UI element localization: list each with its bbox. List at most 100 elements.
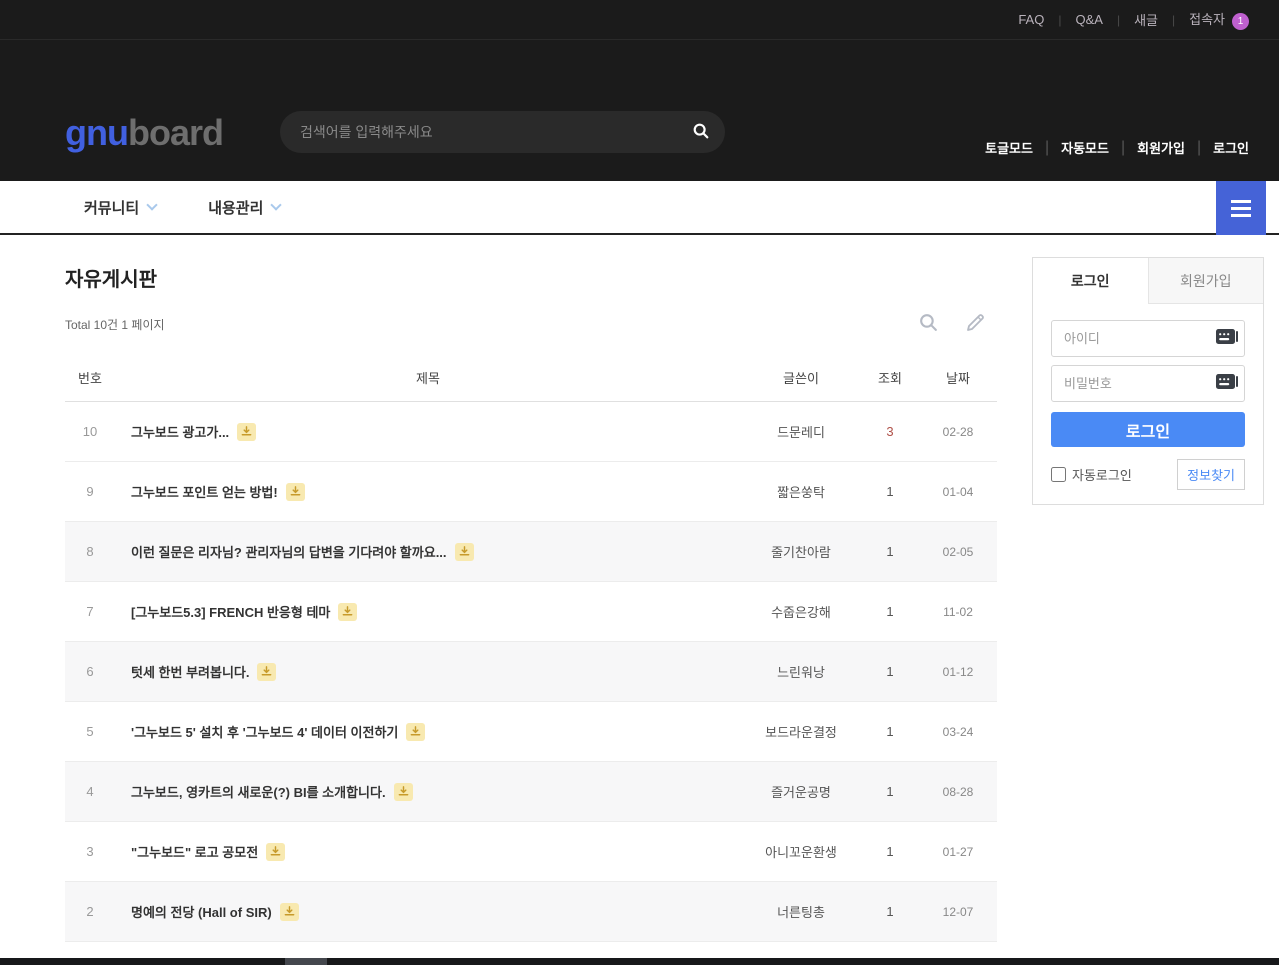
header-main: gnuboard 토글모드 | 자동모드 | 회원가입 | 로그인 bbox=[0, 40, 1279, 181]
post-number: 10 bbox=[65, 424, 115, 439]
toggle-mode-link[interactable]: 토글모드 bbox=[985, 138, 1033, 157]
search-button[interactable] bbox=[677, 111, 725, 153]
post-title[interactable]: 그누보드 포인트 얻는 방법! bbox=[115, 482, 741, 501]
chevron-down-icon bbox=[147, 199, 158, 210]
visitors-link[interactable]: 접속자1 bbox=[1189, 9, 1249, 29]
table-row[interactable]: 8 이런 질문은 리자님? 관리자님의 답변을 기다려야 할까요... 줄기찬아… bbox=[65, 522, 997, 582]
auto-login-label: 자동로그인 bbox=[1072, 465, 1132, 484]
auto-login-option[interactable]: 자동로그인 bbox=[1051, 465, 1132, 484]
find-info-button[interactable]: 정보찾기 bbox=[1177, 459, 1245, 490]
attachment-download-icon[interactable] bbox=[280, 903, 299, 921]
auto-mode-link[interactable]: 자동모드 bbox=[1061, 138, 1109, 157]
board-main: 자유게시판 Total 10건 1 페이지 번호 제목 bbox=[65, 235, 997, 960]
post-title[interactable]: 명예의 전당 (Hall of SIR) bbox=[115, 902, 741, 921]
divider: | bbox=[1117, 13, 1120, 27]
post-views: 3 bbox=[861, 424, 919, 439]
table-row[interactable]: 3 "그누보드" 로고 공모전 아니꼬운환생 1 01-27 bbox=[65, 822, 997, 882]
attachment-download-icon[interactable] bbox=[455, 543, 474, 561]
post-title-text: 그누보드 포인트 얻는 방법! bbox=[131, 482, 278, 501]
attachment-download-icon[interactable] bbox=[394, 783, 413, 801]
faq-link[interactable]: FAQ bbox=[1018, 12, 1044, 27]
attachment-download-icon[interactable] bbox=[406, 723, 425, 741]
visitors-label: 접속자 bbox=[1189, 12, 1225, 27]
register-link[interactable]: 회원가입 bbox=[1137, 138, 1185, 157]
post-writer: 보드라운결정 bbox=[741, 722, 861, 741]
utility-bar: FAQ | Q&A | 새글 | 접속자1 bbox=[0, 0, 1279, 40]
post-title[interactable]: 그누보드 광고가... bbox=[115, 422, 741, 441]
login-options-row: 자동로그인 정보찾기 bbox=[1051, 459, 1245, 490]
post-number: 5 bbox=[65, 724, 115, 739]
site-header: FAQ | Q&A | 새글 | 접속자1 gnuboard 토글모드 | 자동… bbox=[0, 0, 1279, 181]
post-date: 01-27 bbox=[919, 845, 997, 859]
nav-item-content-admin[interactable]: 내용관리 bbox=[208, 197, 280, 218]
post-writer: 줄기찬아람 bbox=[741, 542, 861, 561]
board-tools bbox=[918, 312, 997, 336]
login-submit-button[interactable]: 로그인 bbox=[1051, 412, 1245, 447]
table-row[interactable]: 2 명예의 전당 (Hall of SIR) 너른팅총 1 12-07 bbox=[65, 882, 997, 942]
post-number: 9 bbox=[65, 484, 115, 499]
table-row[interactable]: 10 그누보드 광고가... 드문레디 3 02-28 bbox=[65, 402, 997, 462]
post-number: 4 bbox=[65, 784, 115, 799]
post-writer: 드문레디 bbox=[741, 422, 861, 441]
hamburger-menu-button[interactable] bbox=[1216, 181, 1266, 235]
attachment-download-icon[interactable] bbox=[338, 603, 357, 621]
post-title-text: 그누보드 광고가... bbox=[131, 422, 229, 441]
login-box: 로그인 회원가입 로그인 bbox=[1032, 257, 1264, 505]
table-row[interactable]: 6 텃세 한번 부려봅니다. 느린워낭 1 01-12 bbox=[65, 642, 997, 702]
post-title[interactable]: 텃세 한번 부려봅니다. bbox=[115, 662, 741, 681]
table-row[interactable]: 4 그누보드, 영카트의 새로운(?) BI를 소개합니다. 즐거운공명 1 0… bbox=[65, 762, 997, 822]
post-writer: 짧은쑹탁 bbox=[741, 482, 861, 501]
post-date: 01-04 bbox=[919, 485, 997, 499]
login-link[interactable]: 로그인 bbox=[1213, 138, 1249, 157]
post-views: 1 bbox=[861, 604, 919, 619]
post-date: 08-28 bbox=[919, 785, 997, 799]
post-number: 6 bbox=[65, 664, 115, 679]
post-title[interactable]: "그누보드" 로고 공모전 bbox=[115, 842, 741, 861]
auto-login-checkbox[interactable] bbox=[1051, 467, 1066, 482]
post-title-text: "그누보드" 로고 공모전 bbox=[131, 842, 258, 861]
table-row[interactable]: 5 '그누보드 5' 설치 후 '그누보드 4' 데이터 이전하기 보드라운결정… bbox=[65, 702, 997, 762]
qna-link[interactable]: Q&A bbox=[1075, 12, 1102, 27]
total-count-text: Total 10건 1 페이지 bbox=[65, 316, 165, 333]
divider: | bbox=[1197, 139, 1201, 157]
col-views: 조회 bbox=[861, 368, 919, 387]
table-row[interactable]: 7 [그누보드5.3] FRENCH 반응형 테마 수줍은강해 1 11-02 bbox=[65, 582, 997, 642]
post-number: 3 bbox=[65, 844, 115, 859]
col-date: 날짜 bbox=[919, 368, 997, 387]
keyboard-icon bbox=[1216, 329, 1238, 349]
attachment-download-icon[interactable] bbox=[286, 483, 305, 501]
post-views: 1 bbox=[861, 904, 919, 919]
post-title-text: 그누보드, 영카트의 새로운(?) BI를 소개합니다. bbox=[131, 782, 386, 801]
post-writer: 아니꼬운환생 bbox=[741, 842, 861, 861]
board-search-button[interactable] bbox=[918, 312, 939, 336]
attachment-download-icon[interactable] bbox=[266, 843, 285, 861]
write-post-button[interactable] bbox=[965, 312, 985, 336]
footer-strip bbox=[0, 958, 1279, 965]
divider: | bbox=[1121, 139, 1125, 157]
post-title[interactable]: 그누보드, 영카트의 새로운(?) BI를 소개합니다. bbox=[115, 782, 741, 801]
attachment-download-icon[interactable] bbox=[237, 423, 256, 441]
table-row[interactable]: 9 그누보드 포인트 얻는 방법! 짧은쑹탁 1 01-04 bbox=[65, 462, 997, 522]
page-title: 자유게시판 bbox=[65, 263, 997, 292]
post-date: 03-24 bbox=[919, 725, 997, 739]
post-date: 11-02 bbox=[919, 605, 997, 619]
keyboard-icon bbox=[1216, 374, 1238, 394]
post-title[interactable]: '그누보드 5' 설치 후 '그누보드 4' 데이터 이전하기 bbox=[115, 722, 741, 741]
horizontal-scrollbar-thumb[interactable] bbox=[285, 958, 327, 965]
post-title[interactable]: [그누보드5.3] FRENCH 반응형 테마 bbox=[115, 602, 741, 621]
site-logo[interactable]: gnuboard bbox=[65, 112, 223, 154]
tab-login[interactable]: 로그인 bbox=[1033, 258, 1148, 304]
nav-item-community[interactable]: 커뮤니티 bbox=[84, 197, 156, 218]
logo-gnu: gnu bbox=[65, 112, 128, 153]
tab-register[interactable]: 회원가입 bbox=[1148, 258, 1264, 304]
hamburger-icon bbox=[1231, 200, 1251, 203]
search-input[interactable] bbox=[280, 124, 677, 140]
login-tabs: 로그인 회원가입 bbox=[1033, 258, 1263, 304]
post-title[interactable]: 이런 질문은 리자님? 관리자님의 답변을 기다려야 할까요... bbox=[115, 542, 741, 561]
board-table: 번호 제목 글쓴이 조회 날짜 10 그누보드 광고가... 드문레디 3 02… bbox=[65, 354, 997, 960]
table-header-row: 번호 제목 글쓴이 조회 날짜 bbox=[65, 354, 997, 402]
post-number: 7 bbox=[65, 604, 115, 619]
new-posts-link[interactable]: 새글 bbox=[1134, 10, 1158, 29]
pencil-icon bbox=[965, 321, 985, 336]
attachment-download-icon[interactable] bbox=[257, 663, 276, 681]
